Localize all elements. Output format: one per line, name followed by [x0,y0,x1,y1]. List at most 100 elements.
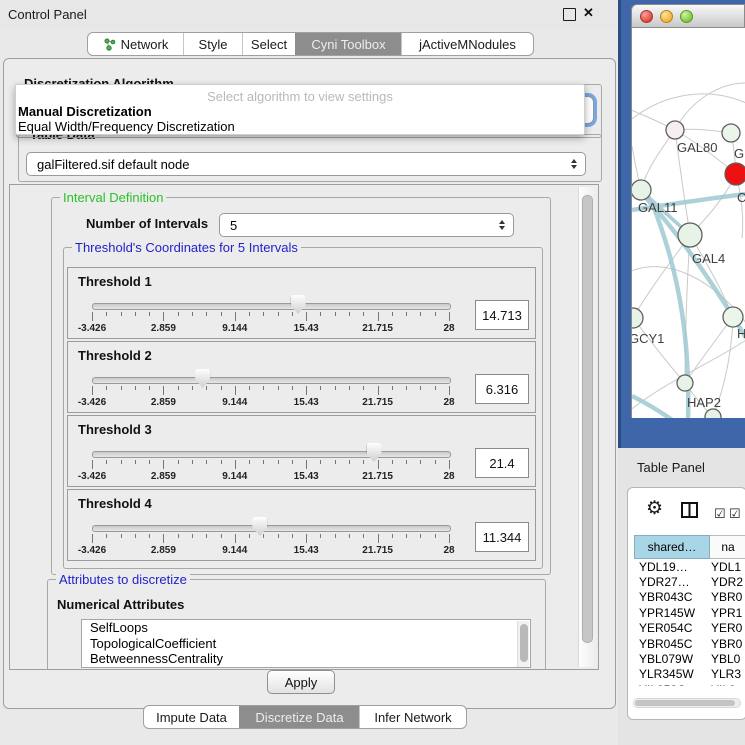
split-columns-icon[interactable] [681,502,698,518]
node-label-hap2: HAP2 [687,395,721,410]
threshold-2-slider-track[interactable] [92,377,451,384]
network-window-titlebar[interactable] [631,4,745,28]
combo-arrows-icon [499,220,505,230]
threshold-1-slider-track[interactable] [92,303,451,310]
node-table-rows: YDL19…YDL1YDR27…YDR2YBR043CYBR0YPR145WYP… [634,559,745,686]
float-window-icon[interactable] [563,8,576,21]
checkbox-icon-1[interactable]: ☑ [714,507,726,520]
slider-scale-labels: -3.4262.8599.14415.4321.71528 [92,545,449,556]
node-label-c: C [737,190,745,205]
slider-ticks [92,460,449,470]
settings-scrollpane: Interval Definition Number of Intervals … [9,184,599,670]
node-gcy1 [632,308,643,328]
popup-item-equal-width-frequency[interactable]: Equal Width/Frequency Discretization [18,119,235,134]
threshold-3-panel: Threshold 3 -3.4262.8599.14415.4321.7152… [67,415,536,487]
table-data-combobox[interactable]: galFiltered.sif default node [26,152,586,176]
column-header-name[interactable]: na [710,535,745,559]
node-gal11 [632,180,651,200]
table-data-selected: galFiltered.sif default node [37,157,189,172]
threshold-4-label: Threshold 4 [78,496,152,511]
close-icon[interactable]: ✕ [583,5,594,21]
attributes-group-title: Attributes to discretize [56,572,190,587]
tab-style[interactable]: Style [183,33,242,55]
node-label-gal80: GAL80 [677,140,717,155]
numerical-attributes-label: Numerical Attributes [57,597,184,612]
node-g-cut [722,124,740,142]
cyni-bottom-tabs: Impute Data Discretize Data Infer Networ… [143,705,467,729]
network-icon [103,38,116,51]
slider-scale-labels: -3.4262.8599.14415.4321.71528 [92,397,449,408]
table-hscrollbar-thumb[interactable] [635,700,735,706]
algorithm-dropdown-popup: Select algorithm to view settings Manual… [15,84,585,135]
minimize-traffic-light-icon[interactable] [660,10,673,23]
tab-impute-data[interactable]: Impute Data [144,706,239,728]
list-item-selfloops[interactable]: SelfLoops [82,620,530,636]
table-row[interactable]: YLR345WYLR3 [634,667,745,682]
settings-scrollbar-thumb[interactable] [582,195,593,643]
table-hscrollbar-track[interactable] [633,698,741,708]
gear-icon[interactable]: ⚙ [646,499,663,518]
tab-network-label: Network [121,37,169,52]
table-row[interactable]: YER054CYER0 [634,621,745,636]
table-row[interactable]: YDL19…YDL1 [634,559,745,574]
node-table-card: ⚙ ☑ ☑ shared… na YDL19…YDL1YDR27…YDR2YBR… [627,487,745,720]
list-scrollbar-thumb[interactable] [520,624,528,662]
tab-infer-network[interactable]: Infer Network [359,706,466,728]
node-label-gcy1: GCY1 [632,331,664,346]
table-row[interactable]: YBL079WYBL0 [634,651,745,666]
node-bottom-cut [705,409,721,418]
apply-button[interactable]: Apply [267,670,335,694]
slider-ticks [92,386,449,396]
slider-ticks [92,534,449,544]
tab-select[interactable]: Select [242,33,295,55]
table-row[interactable]: YPR145WYPR1 [634,605,745,620]
node-gal80 [666,121,684,139]
control-panel-title: Control Panel [8,7,87,22]
number-of-intervals-value: 5 [230,218,237,233]
table-row[interactable]: YBR043CYBR0 [634,590,745,605]
table-row[interactable]: YBR045CYBR0 [634,636,745,651]
threshold-2-label: Threshold 2 [78,348,152,363]
threshold-4-slider-track[interactable] [92,525,451,532]
column-header-shared[interactable]: shared… [634,535,710,559]
network-view-canvas[interactable]: GAL80 G. C GAL11 GAL4 GCY1 H HAP2 [631,28,745,418]
checkbox-icon-2[interactable]: ☑ [729,507,741,520]
node-h-cut [723,307,743,327]
control-panel-tabs: Network Style Select Cyni Toolbox jActiv… [87,32,534,56]
tab-network[interactable]: Network [88,33,183,55]
node-label-g: G. [734,146,745,161]
node-label-gal11: GAL11 [638,200,678,215]
tab-discretize-data[interactable]: Discretize Data [239,706,359,728]
popup-hint: Select algorithm to view settings [16,89,584,104]
node-hap2 [677,375,693,391]
popup-item-manual-discretization[interactable]: Manual Discretization [18,104,152,119]
threshold-3-value-field[interactable]: 21.4 [475,448,529,478]
threshold-2-value-field[interactable]: 6.316 [475,374,529,404]
slider-scale-labels: -3.4262.8599.14415.4321.71528 [92,471,449,482]
close-traffic-light-icon[interactable] [640,10,653,23]
application-window: Control Panel ✕ Network Style Select Cyn… [0,0,745,745]
threshold-2-panel: Threshold 2 -3.4262.8599.14415.4321.7152… [67,341,536,413]
list-item-topologicalcoefficient[interactable]: TopologicalCoefficient [82,636,530,652]
list-item-betweennesscentrality[interactable]: BetweennessCentrality [82,651,530,667]
combo-arrows-icon [571,159,577,169]
threshold-3-slider-track[interactable] [92,451,451,458]
table-row[interactable]: YIL052CYIL0 [634,682,745,686]
table-row[interactable]: YDR27…YDR2 [634,574,745,589]
network-graph: GAL80 G. C GAL11 GAL4 GCY1 H HAP2 [632,28,745,418]
threshold-4-value-field[interactable]: 11.344 [475,522,529,552]
node-red-selected [725,163,745,185]
tab-cyni-toolbox[interactable]: Cyni Toolbox [295,33,401,55]
slider-scale-labels: -3.4262.8599.14415.4321.71528 [92,323,449,334]
numerical-attributes-list[interactable]: SelfLoops TopologicalCoefficient Between… [81,619,531,668]
threshold-1-value-field[interactable]: 14.713 [475,300,529,330]
threshold-4-panel: Threshold 4 -3.4262.8599.14415.4321.7152… [67,489,536,561]
thresholds-group-title: Threshold's Coordinates for 5 Intervals [72,240,301,255]
node-table-header: shared… na [634,535,745,559]
interval-definition-title: Interval Definition [60,190,166,205]
number-of-intervals-label: Number of Intervals [86,216,208,231]
number-of-intervals-combobox[interactable]: 5 [219,213,514,237]
zoom-traffic-light-icon[interactable] [680,10,693,23]
tab-jactivemnodules[interactable]: jActiveMNodules [401,33,533,55]
node-label-gal4: GAL4 [692,251,725,266]
